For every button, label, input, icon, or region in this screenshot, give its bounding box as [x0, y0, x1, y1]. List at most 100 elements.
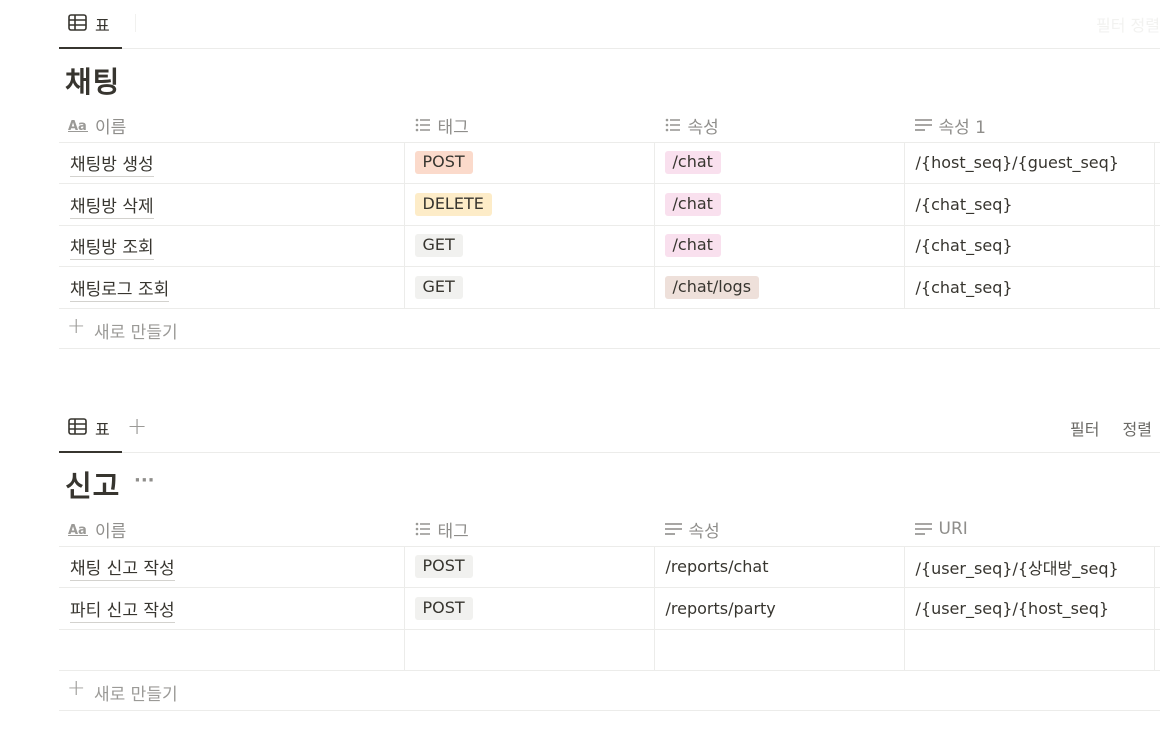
cell-prop1[interactable]: /{chat_seq} — [903, 225, 1154, 267]
view-tab-label: 표 — [95, 420, 110, 439]
cell-prop[interactable]: /chat/logs — [653, 266, 904, 309]
column-header-prop[interactable]: 속성 — [653, 513, 904, 547]
cell-extra — [1153, 546, 1160, 588]
column-header-uri[interactable]: URI — [903, 513, 1154, 547]
cell-extra — [1153, 183, 1160, 226]
cell-prop[interactable]: /chat — [653, 183, 904, 226]
cell-prop[interactable] — [653, 629, 904, 671]
row-title[interactable]: 채팅방 삭제 — [70, 196, 154, 219]
view-actions: 필터 정렬 — [1052, 416, 1152, 440]
column-header-label: 속성 — [688, 521, 720, 542]
svg-text:Aa: Aa — [68, 523, 87, 536]
page-title[interactable]: 신고 — [65, 463, 120, 505]
cell-uri[interactable]: /{user_seq}/{host_seq} — [903, 587, 1154, 630]
cell-prop1[interactable]: /{host_seq}/{guest_seq} — [903, 142, 1154, 184]
cell-prop[interactable]: /chat — [653, 225, 904, 267]
cell-tag[interactable]: POST — [403, 142, 654, 184]
cell-tag[interactable] — [403, 629, 654, 671]
list-icon — [415, 118, 430, 132]
cell-name[interactable]: 채팅방 조회 — [59, 225, 404, 267]
text-lines-icon — [914, 523, 932, 536]
new-row-button[interactable]: + 새로 만들기 — [59, 671, 1160, 711]
add-view-button[interactable]: + — [125, 414, 149, 439]
cell-prop[interactable]: /reports/party — [653, 587, 904, 630]
column-header-prop[interactable]: 속성 — [653, 109, 904, 143]
new-row-label: 새로 만들기 — [94, 322, 178, 343]
cell-extra — [1153, 629, 1160, 671]
cell-tag[interactable]: POST — [403, 546, 654, 588]
column-header-name[interactable]: Aa 이름 — [59, 513, 404, 547]
table-row[interactable]: 채팅 신고 작성 POST /reports/chat /{user_seq}/… — [59, 546, 1160, 588]
row-title[interactable]: 파티 신고 작성 — [70, 600, 175, 623]
column-header-tag[interactable]: 태그 — [403, 513, 654, 547]
column-header-label: 이름 — [95, 117, 127, 138]
cell-tag[interactable]: POST — [403, 587, 654, 630]
cell-extra — [1153, 225, 1160, 267]
column-header-name[interactable]: Aa 이름 — [59, 109, 404, 143]
sort-button[interactable]: 정렬 — [1123, 420, 1152, 439]
view-tab-table[interactable]: 표 — [59, 0, 122, 49]
more-options-icon[interactable]: ··· — [134, 470, 155, 491]
plus-icon: + — [67, 313, 86, 339]
database-chat: 표 필터 정렬 채팅 Aa 이름 태그 속성 속성 1 채팅방 생성 POST … — [59, 0, 1160, 349]
table-row[interactable]: 채팅로그 조회 GET /chat/logs /{chat_seq} — [59, 266, 1160, 309]
cell-name[interactable]: 채팅방 삭제 — [59, 183, 404, 226]
divider — [135, 14, 136, 32]
database-title: 채팅 — [59, 49, 1160, 109]
cell-tag[interactable]: GET — [403, 266, 654, 309]
new-row-button[interactable]: + 새로 만들기 — [59, 309, 1160, 349]
tag-pill: POST — [414, 555, 473, 579]
tag-pill: GET — [414, 234, 463, 258]
tag-pill: POST — [414, 596, 473, 620]
prop-pill: /chat — [664, 234, 721, 258]
cell-name[interactable] — [59, 629, 404, 671]
database-title: 신고 ··· — [59, 453, 1160, 513]
cell-name[interactable]: 채팅방 생성 — [59, 142, 404, 184]
view-tab-table[interactable]: 표 — [59, 404, 122, 453]
cell-prop1[interactable]: /{chat_seq} — [903, 183, 1154, 226]
faint-actions: 필터 정렬 — [1096, 16, 1160, 35]
cell-uri[interactable]: /{user_seq}/{상대방_seq} — [903, 546, 1154, 588]
cell-name[interactable]: 파티 신고 작성 — [59, 587, 404, 630]
filter-button[interactable]: 필터 — [1070, 420, 1099, 439]
column-header-label: 속성 1 — [938, 117, 987, 138]
cell-uri[interactable] — [903, 629, 1154, 671]
row-title[interactable]: 채팅방 생성 — [70, 155, 154, 178]
table-row[interactable]: 채팅방 삭제 DELETE /chat /{chat_seq} — [59, 183, 1160, 226]
column-header-label: 이름 — [95, 521, 127, 542]
database-report: 표 + 필터 정렬 신고 ··· Aa 이름 태그 속성 URI 채팅 신고 작… — [59, 404, 1160, 711]
cell-prop[interactable]: /chat — [653, 142, 904, 184]
cell-prop1[interactable]: /{chat_seq} — [903, 266, 1154, 309]
cell-prop[interactable]: /reports/chat — [653, 546, 904, 588]
column-header-label: 태그 — [437, 521, 469, 542]
row-title[interactable]: 채팅로그 조회 — [70, 279, 170, 302]
cell-extra — [1153, 142, 1160, 184]
aa-title-icon: Aa — [68, 119, 88, 133]
table-row[interactable]: 파티 신고 작성 POST /reports/party /{user_seq}… — [59, 587, 1160, 630]
column-header-label: URI — [938, 519, 968, 540]
cell-extra — [1153, 266, 1160, 309]
row-title[interactable]: 채팅방 조회 — [70, 238, 154, 261]
column-header-tag[interactable]: 태그 — [403, 109, 654, 143]
tag-pill: GET — [414, 275, 463, 299]
database-table: Aa 이름 태그 속성 — [59, 513, 1160, 671]
page-title[interactable]: 채팅 — [65, 59, 120, 101]
cell-tag[interactable]: GET — [403, 225, 654, 267]
prop-pill: /chat/logs — [664, 275, 760, 299]
table-row[interactable]: 채팅방 조회 GET /chat /{chat_seq} — [59, 225, 1160, 267]
column-header-prop1[interactable]: 속성 1 — [903, 109, 1154, 143]
cell-tag[interactable]: DELETE — [403, 183, 654, 226]
svg-text:Aa: Aa — [68, 119, 87, 132]
column-header-more — [1153, 513, 1160, 547]
table-header-row: Aa 이름 태그 속성 — [59, 109, 1160, 143]
cell-name[interactable]: 채팅로그 조회 — [59, 266, 404, 309]
view-bar: 표 + 필터 정렬 — [59, 404, 1160, 453]
table-row[interactable]: 채팅방 생성 POST /chat /{host_seq}/{guest_seq… — [59, 142, 1160, 184]
list-icon — [415, 522, 430, 536]
cell-name[interactable]: 채팅 신고 작성 — [59, 546, 404, 588]
column-header-more — [1153, 109, 1160, 143]
row-title[interactable]: 채팅 신고 작성 — [70, 559, 175, 582]
new-row-label: 새로 만들기 — [94, 685, 178, 705]
table-row-empty[interactable] — [59, 629, 1160, 671]
text-lines-icon — [664, 523, 682, 536]
